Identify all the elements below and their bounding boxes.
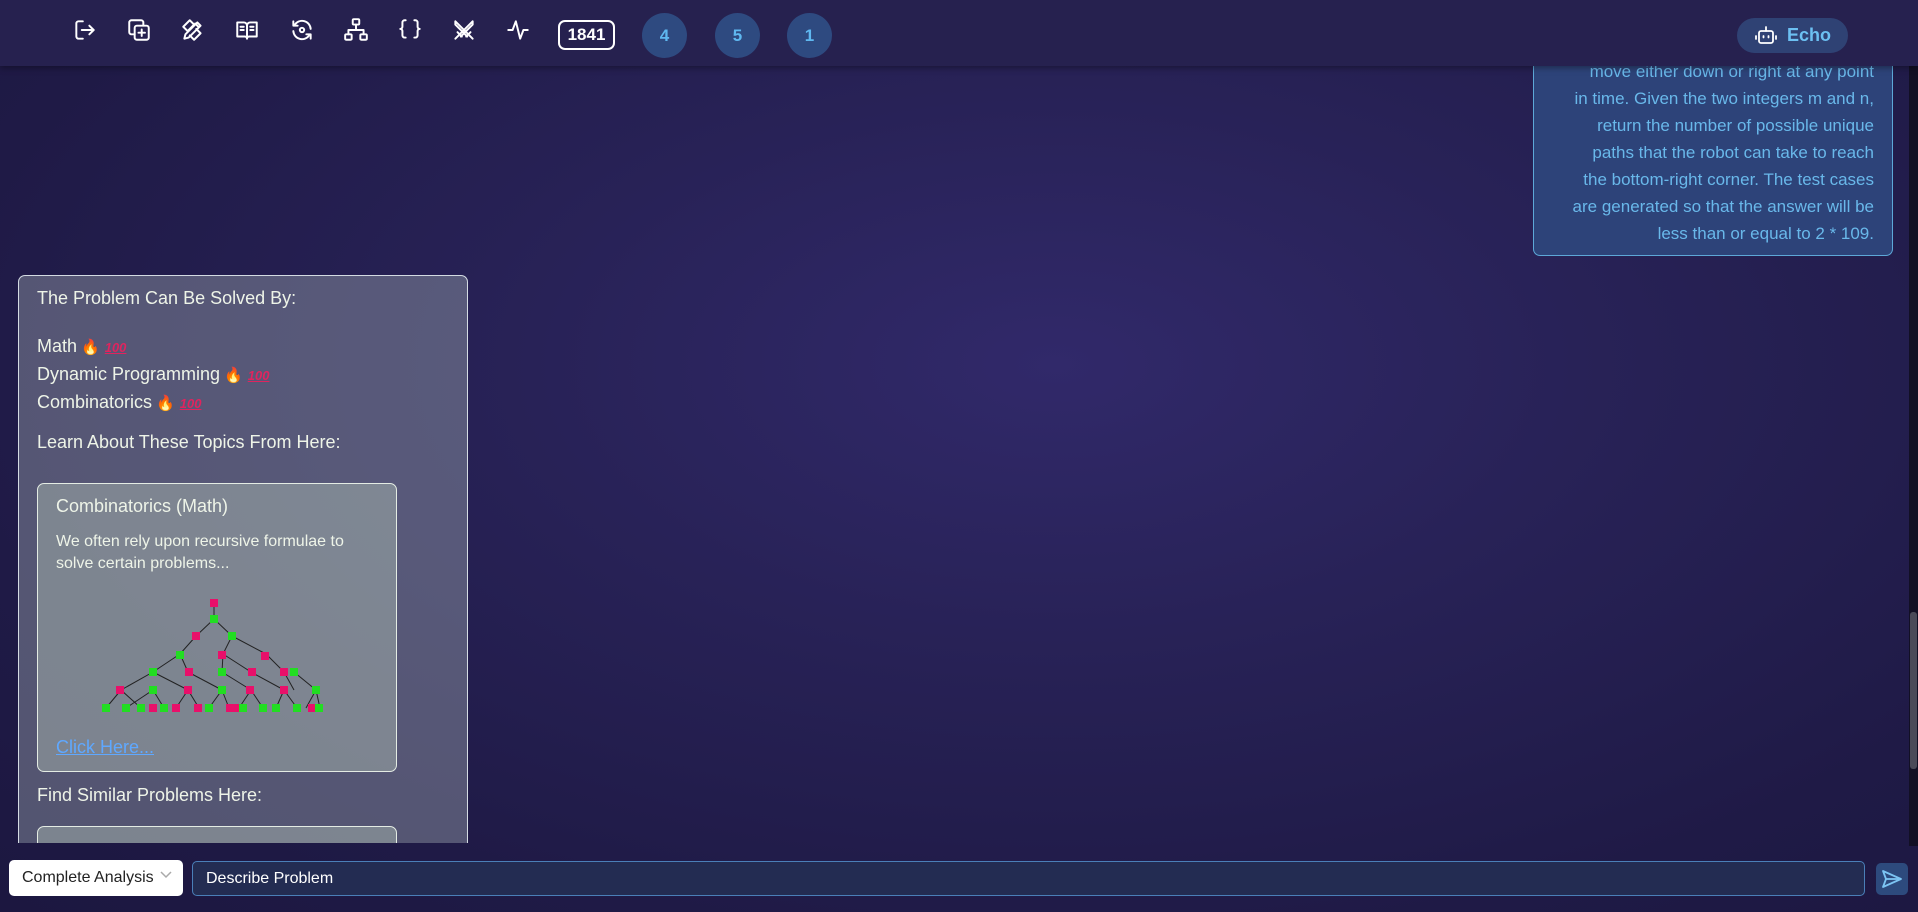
chevron-down-icon [159, 868, 173, 882]
hundred-icon: 100 [104, 340, 127, 355]
pencil-ruler-icon[interactable] [179, 16, 207, 44]
echo-label: Echo [1786, 25, 1831, 45]
echo-button[interactable]: Echo [1737, 18, 1848, 53]
logout-icon[interactable] [71, 16, 99, 44]
send-button[interactable] [1876, 863, 1908, 895]
pulse-icon[interactable] [504, 16, 532, 44]
learn-heading: Learn About These Topics From Here: [37, 432, 341, 452]
user-message-bubble: move either down or right at any point i… [1533, 38, 1893, 256]
problem-input[interactable] [192, 861, 1865, 896]
topic-item: Dynamic Programming 🔥 100 [37, 364, 270, 384]
analysis-response-card: The Problem Can Be Solved By: Math 🔥 100 D… [18, 275, 468, 843]
solution-heading: The Problem Can Be Solved By: [37, 288, 297, 308]
circle-badge-1[interactable]: 4 [642, 13, 687, 58]
count-badge[interactable]: 1841 [558, 20, 615, 50]
sitemap-icon[interactable] [342, 16, 370, 44]
message-line: are generated so that the answer will be [1572, 197, 1874, 216]
topic-item: Combinatorics 🔥 100 [37, 392, 202, 412]
scrollbar-thumb[interactable] [1910, 612, 1917, 769]
topic-card-link[interactable]: Click Here... [56, 737, 154, 758]
message-line: in time. Given the two integers m and n, [1574, 89, 1874, 108]
similar-problem-card[interactable] [37, 826, 397, 843]
top-toolbar: 1841 4 5 1 Echo [0, 0, 1918, 66]
topic-card-description: We often rely upon recursive formulae to… [56, 533, 344, 572]
robot-icon [1755, 25, 1777, 44]
message-line: return the number of possible unique [1597, 116, 1874, 135]
circle-badge-3[interactable]: 1 [787, 13, 832, 58]
copy-add-icon[interactable] [125, 16, 153, 44]
fire-icon: 🔥 [224, 367, 243, 384]
recursion-tree-illustration [102, 599, 323, 712]
book-open-icon[interactable] [233, 16, 261, 44]
message-line: the bottom-right corner. The test cases [1583, 170, 1874, 189]
analysis-mode-value: Complete Analysis [22, 869, 154, 886]
topic-list: Math 🔥 100 Dynamic Programming 🔥 100 Combina… [37, 333, 269, 417]
crossed-swords-icon[interactable] [450, 16, 478, 44]
message-line: less than or equal to 2 * 109. [1657, 224, 1874, 243]
analysis-mode-select[interactable]: Complete Analysis [9, 860, 183, 896]
circle-badge-2[interactable]: 5 [715, 13, 760, 58]
send-icon [1882, 870, 1902, 888]
topic-resource-card[interactable]: Combinatorics (Math) We often rely upon … [37, 483, 397, 772]
fire-icon: 🔥 [81, 339, 100, 356]
hundred-icon: 100 [179, 396, 202, 411]
refresh-icon[interactable] [288, 16, 316, 44]
topic-item: Math 🔥 100 [37, 336, 127, 356]
similar-problems-heading: Find Similar Problems Here: [37, 785, 263, 805]
topic-card-title: Combinatorics (Math) [56, 496, 229, 516]
fire-icon: 🔥 [156, 395, 175, 412]
message-line: paths that the robot can take to reach [1592, 143, 1874, 162]
braces-icon[interactable] [396, 16, 424, 44]
hundred-icon: 100 [247, 368, 270, 383]
